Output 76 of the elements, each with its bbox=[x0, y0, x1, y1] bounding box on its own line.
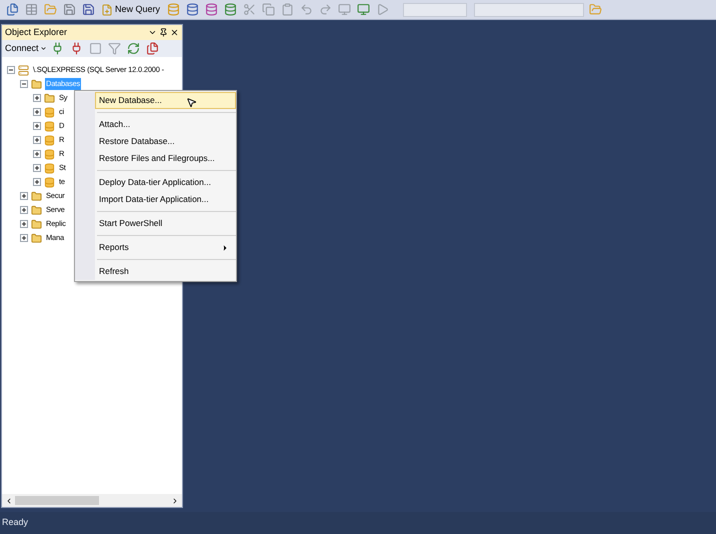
menu-item[interactable]: Start PowerShell bbox=[95, 215, 236, 232]
minus-icon bbox=[21, 81, 27, 87]
new-file-icon bbox=[101, 4, 113, 16]
scrollbar-thumb[interactable] bbox=[15, 496, 99, 505]
scroll-right-icon[interactable] bbox=[171, 496, 179, 504]
folder-icon bbox=[31, 204, 42, 216]
scroll-left-icon[interactable] bbox=[5, 496, 13, 504]
menu-item[interactable]: Reports bbox=[95, 239, 236, 256]
expand-toggle[interactable] bbox=[33, 136, 41, 144]
folder-icon bbox=[31, 190, 42, 202]
folder-icon bbox=[31, 78, 42, 90]
plus-icon bbox=[34, 151, 40, 157]
expand-toggle[interactable] bbox=[33, 150, 41, 158]
minus-icon bbox=[8, 67, 14, 73]
plus-icon bbox=[34, 95, 40, 101]
dropdown-field[interactable] bbox=[403, 2, 468, 16]
save-icon[interactable] bbox=[61, 2, 77, 18]
collapse-toggle[interactable] bbox=[7, 66, 15, 74]
expand-toggle[interactable] bbox=[20, 234, 28, 242]
horizontal-scrollbar[interactable] bbox=[2, 494, 182, 507]
expand-toggle[interactable] bbox=[33, 108, 41, 116]
connect-button[interactable]: Connect bbox=[5, 42, 47, 56]
save-all-icon[interactable] bbox=[80, 2, 96, 18]
menu-item[interactable]: Refresh bbox=[95, 263, 236, 280]
folder-icon bbox=[44, 92, 55, 104]
plus-icon bbox=[34, 165, 40, 171]
database-icon bbox=[44, 148, 55, 160]
expand-toggle[interactable] bbox=[20, 220, 28, 228]
server-icon bbox=[18, 64, 29, 76]
plus-icon bbox=[34, 137, 40, 143]
new-project-icon[interactable] bbox=[4, 2, 20, 18]
mouse-cursor-icon bbox=[186, 97, 197, 108]
database-query-icon[interactable] bbox=[203, 2, 220, 18]
expand-toggle[interactable] bbox=[33, 94, 41, 102]
database-icon bbox=[44, 134, 55, 146]
plus-icon bbox=[34, 109, 40, 115]
menu-item[interactable]: New Database... bbox=[95, 92, 236, 109]
plus-icon bbox=[34, 123, 40, 129]
close-icon[interactable] bbox=[170, 28, 179, 37]
dropdown-icon[interactable] bbox=[148, 28, 157, 37]
plus-icon bbox=[21, 235, 27, 241]
expand-toggle[interactable] bbox=[33, 122, 41, 130]
plus-icon bbox=[34, 179, 40, 185]
menu-item[interactable]: Attach... bbox=[95, 116, 236, 133]
grid-icon[interactable] bbox=[23, 2, 39, 18]
database-query-icon[interactable] bbox=[184, 2, 200, 18]
plus-icon bbox=[21, 193, 27, 199]
panel-title: Object Explorer bbox=[5, 26, 68, 39]
menu-item[interactable]: Restore Database... bbox=[95, 133, 236, 150]
dropdown-field[interactable] bbox=[474, 2, 584, 16]
menu-item[interactable]: Deploy Data-tier Application... bbox=[95, 174, 236, 191]
database-icon bbox=[44, 120, 55, 132]
refresh-icon[interactable] bbox=[126, 40, 142, 56]
database-query-icon[interactable] bbox=[222, 2, 238, 18]
monitor-icon[interactable] bbox=[355, 2, 372, 18]
database-icon bbox=[44, 106, 55, 118]
plus-icon bbox=[21, 207, 27, 213]
filter-icon[interactable] bbox=[106, 40, 123, 56]
stop-icon[interactable] bbox=[88, 40, 104, 56]
menu-item[interactable]: Restore Files and Filegroups... bbox=[95, 150, 236, 167]
expand-toggle[interactable] bbox=[33, 164, 41, 172]
expand-toggle[interactable] bbox=[20, 206, 28, 214]
status-text: Ready bbox=[2, 516, 28, 530]
pin-icon[interactable] bbox=[159, 28, 168, 37]
database-icon bbox=[44, 162, 55, 174]
folder-icon bbox=[31, 218, 42, 230]
caret-icon bbox=[40, 45, 47, 52]
folder-icon bbox=[31, 232, 42, 244]
expand-toggle[interactable] bbox=[33, 178, 41, 186]
script-icon[interactable] bbox=[144, 40, 161, 56]
new-query-button[interactable]: New Query bbox=[99, 2, 162, 16]
expand-toggle[interactable] bbox=[20, 192, 28, 200]
collapse-toggle[interactable] bbox=[20, 80, 28, 88]
plus-icon bbox=[21, 221, 27, 227]
menu-item[interactable]: Import Data-tier Application... bbox=[95, 191, 236, 208]
database-icon bbox=[44, 176, 55, 188]
